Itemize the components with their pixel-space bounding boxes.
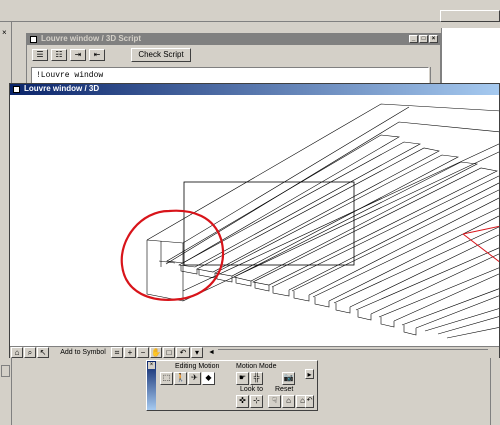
reset-view-icon[interactable]: ☟ xyxy=(268,395,281,408)
script-window-title-bar[interactable]: Louvre window / 3D Script _ □ × xyxy=(27,34,440,45)
view-toolbar: ⌂ ⌕ ↖ Add to Symbol ⌗ + − ✋ □ ↶ ▾ ◄ xyxy=(10,346,499,358)
camera-icon[interactable]: 📷 xyxy=(282,372,295,385)
script-editor[interactable]: !Louvre window xyxy=(31,67,429,84)
object-motion-icon[interactable]: ◆ xyxy=(202,372,215,385)
view-window-title-bar[interactable]: Louvre window / 3D xyxy=(10,84,499,95)
left-panel-bottom-icon[interactable] xyxy=(1,365,10,377)
pointer-view-icon[interactable]: ↖ xyxy=(37,347,49,358)
list-params-button[interactable]: ☰ xyxy=(32,49,48,61)
app-top-strip xyxy=(0,0,500,22)
outdent-button[interactable]: ⇤ xyxy=(89,49,105,61)
maximize-button[interactable]: □ xyxy=(419,35,428,43)
left-panel-close[interactable]: × xyxy=(2,28,7,37)
frame-motion-icon[interactable]: ⬚ xyxy=(160,372,173,385)
script-scrollbar[interactable] xyxy=(430,67,439,84)
scroll-left-arrow[interactable]: ◄ xyxy=(208,349,215,356)
look-to-label: Look to xyxy=(240,386,263,393)
annotation-circle xyxy=(120,209,225,301)
close-button[interactable]: × xyxy=(429,35,438,43)
palette-drag-bar[interactable]: × xyxy=(147,361,156,410)
script-line: !Louvre window xyxy=(36,71,104,80)
window-icon xyxy=(30,36,37,43)
view-window: Louvre window / 3D ⌂ ⌕ ↖ Add to Symbol ⌗… xyxy=(9,83,500,358)
script-window-title: Louvre window / 3D Script xyxy=(41,34,142,43)
window-icon xyxy=(13,86,20,93)
undo-motion-icon[interactable]: ↶ xyxy=(305,395,314,408)
model-viewport[interactable] xyxy=(10,95,499,347)
zoom-view-icon[interactable]: ⌕ xyxy=(24,347,36,358)
indent-button[interactable]: ⇥ xyxy=(70,49,86,61)
reset-object-icon[interactable]: ⌂ xyxy=(282,395,295,408)
zoom-out-icon[interactable]: − xyxy=(137,347,149,358)
motion-palette: × Editing Motion ⬚ 🚶 ✈ ◆ Motion Mode ☛ ╬… xyxy=(146,360,318,411)
zoom-rect-icon[interactable]: □ xyxy=(163,347,175,358)
horizontal-scrollbar[interactable] xyxy=(218,349,488,356)
pan-hand-icon[interactable]: ✋ xyxy=(150,347,162,358)
zoom-in-icon[interactable]: + xyxy=(124,347,136,358)
reset-label: Reset xyxy=(275,386,294,393)
palette-expand-icon[interactable]: ▸ xyxy=(305,369,314,379)
fly-motion-icon[interactable]: ✈ xyxy=(188,372,201,385)
list-items-button[interactable]: ☷ xyxy=(51,49,67,61)
view-mode-icon[interactable]: ⌂ xyxy=(11,347,23,358)
editing-motion-label: Editing Motion xyxy=(175,363,220,370)
zoom-previous-icon[interactable]: ↶ xyxy=(176,347,190,358)
background-window-bottom-right xyxy=(490,358,500,425)
zoom-fit-icon[interactable]: ⌗ xyxy=(111,347,123,358)
script-toolbar: ☰ ☷ ⇥ ⇤ Check Script xyxy=(27,46,440,64)
motion-mode-label: Motion Mode xyxy=(236,363,277,370)
look-to-center-icon[interactable]: ✜ xyxy=(236,395,249,408)
view-window-title: Louvre window / 3D xyxy=(24,84,100,93)
walk-motion-icon[interactable]: 🚶 xyxy=(174,372,187,385)
louvre-model xyxy=(146,103,499,339)
background-panel-right xyxy=(440,10,500,22)
motion-mode-grid-icon[interactable]: ╬ xyxy=(250,372,263,385)
palette-close-icon[interactable]: × xyxy=(148,362,155,369)
motion-mode-point-icon[interactable]: ☛ xyxy=(236,372,249,385)
add-to-symbol-button[interactable]: Add to Symbol xyxy=(58,348,108,358)
check-script-button[interactable]: Check Script xyxy=(131,48,191,62)
background-window-right xyxy=(441,28,500,88)
minimize-button[interactable]: _ xyxy=(409,35,418,43)
look-to-target-icon[interactable]: ⊹ xyxy=(250,395,263,408)
zoom-menu-icon[interactable]: ▾ xyxy=(191,347,203,358)
script-window: Louvre window / 3D Script _ □ × ☰ ☷ ⇥ ⇤ … xyxy=(26,33,441,85)
